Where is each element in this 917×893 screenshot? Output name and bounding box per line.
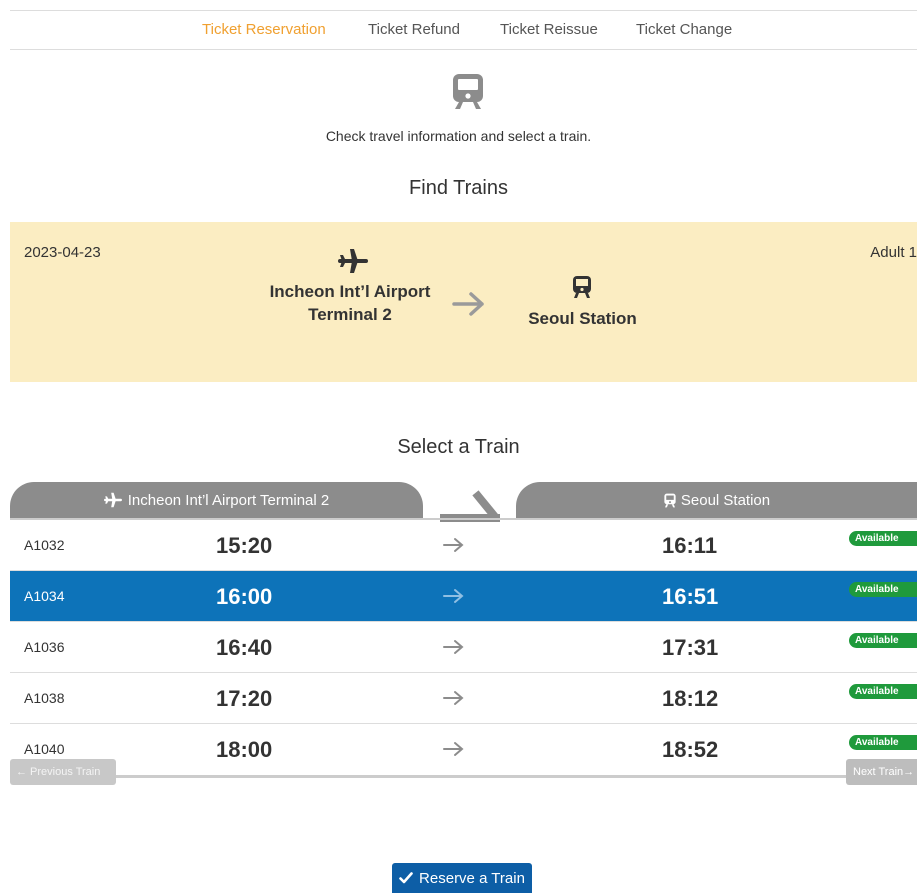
status-badge: Available <box>849 684 917 699</box>
departure-time: 17:20 <box>216 686 273 711</box>
departure-time: 16:40 <box>216 635 273 660</box>
train-code: A1032 <box>24 537 65 553</box>
train-row[interactable]: A1036 16:40 17:31 Available <box>10 622 917 673</box>
status-badge: Available <box>849 531 917 546</box>
arrow-right-icon <box>452 292 484 316</box>
arrival-time: 18:12 <box>662 686 719 711</box>
arrival-header-label: Seoul Station <box>680 491 771 509</box>
train-row-selected[interactable]: A1034 16:00 16:51 Available <box>10 571 917 622</box>
tab-ticket-reissue[interactable]: Ticket Reissue <box>500 21 598 38</box>
train-code: A1040 <box>24 741 65 757</box>
next-train-button[interactable]: Next Train→ <box>846 759 917 785</box>
arrival-station: Seoul Station <box>528 309 637 328</box>
arrow-right-icon <box>443 742 464 756</box>
status-badge: Available <box>849 633 917 648</box>
train-code: A1038 <box>24 690 65 706</box>
status-badge: Available <box>849 582 917 597</box>
train-icon <box>664 493 676 507</box>
previous-train-button[interactable]: ← Previous Train <box>10 759 116 785</box>
tab-ticket-change[interactable]: Ticket Change <box>636 21 732 38</box>
find-trains-title: Find Trains <box>409 177 508 199</box>
airplane-icon <box>338 249 368 273</box>
arrow-right-icon <box>443 538 464 552</box>
reserve-button-label: Reserve a Train <box>419 869 525 887</box>
train-icon <box>453 74 483 109</box>
direction-arrow-icon <box>440 490 500 522</box>
intro-text: Check travel information and select a tr… <box>325 128 592 144</box>
select-train-title: Select a Train <box>397 436 520 458</box>
departure-column-header: Incheon Int’l Airport Terminal 2 <box>10 482 423 518</box>
arrow-right-icon <box>443 589 464 603</box>
departure-station: Incheon Int’l Airport Terminal 2 <box>269 282 431 324</box>
checkmark-icon <box>399 872 413 884</box>
travel-date: 2023-04-23 <box>24 244 101 261</box>
arrow-right-icon <box>443 640 464 654</box>
arrival-time: 16:51 <box>662 584 719 609</box>
train-row[interactable]: A1038 17:20 18:12 Available <box>10 673 917 724</box>
departure-time: 16:00 <box>216 584 273 609</box>
train-row[interactable]: A1032 15:20 16:11 Available <box>10 520 917 571</box>
arrival-time: 17:31 <box>662 635 719 660</box>
arrow-right-icon <box>443 691 464 705</box>
tab-ticket-reservation[interactable]: Ticket Reservation <box>202 21 326 38</box>
train-code: A1036 <box>24 639 65 655</box>
train-icon <box>573 276 591 298</box>
arrival-column-header: Seoul Station <box>516 482 917 518</box>
passenger-count: Adult 1 <box>870 244 917 261</box>
departure-time: 18:00 <box>216 737 273 762</box>
train-row[interactable]: A1040 18:00 18:52 Available <box>10 724 917 775</box>
train-code: A1034 <box>24 588 65 604</box>
departure-header-label: Incheon Int’l Airport Terminal 2 <box>127 491 330 509</box>
reservation-tabs: Ticket Reservation Ticket Refund Ticket … <box>10 10 917 50</box>
arrival-time: 18:52 <box>662 737 719 762</box>
departure-time: 15:20 <box>216 533 273 558</box>
status-badge: Available <box>849 735 917 750</box>
reserve-train-button[interactable]: Reserve a Train <box>392 863 532 893</box>
search-summary: 2023-04-23 Adult 1 Incheon Int’l Airport… <box>10 222 917 382</box>
train-list: A1032 15:20 16:11 Available A1034 16:00 … <box>10 518 917 778</box>
arrival-time: 16:11 <box>662 533 718 558</box>
airplane-icon <box>103 492 122 508</box>
tab-ticket-refund[interactable]: Ticket Refund <box>368 21 460 38</box>
